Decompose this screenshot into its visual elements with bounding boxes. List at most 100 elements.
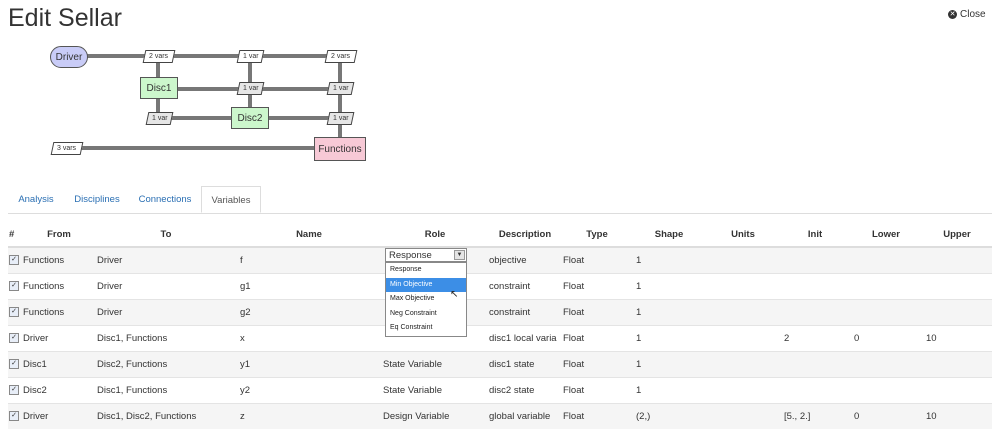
row-checkbox[interactable]: ✓	[9, 281, 19, 291]
row-checkbox[interactable]: ✓	[9, 359, 19, 369]
cell-role[interactable]: Design Variable	[382, 404, 488, 429]
tab-disciplines[interactable]: Disciplines	[68, 186, 126, 213]
cell-upper	[922, 300, 992, 326]
tab-analysis[interactable]: Analysis	[11, 186, 61, 213]
xdsm-node-functions[interactable]: Functions	[314, 137, 366, 161]
xdsm-node-disc1[interactable]: Disc1	[140, 77, 178, 99]
close-icon: ✕	[948, 10, 957, 19]
cell-description: constraint	[488, 274, 562, 300]
cell-units	[706, 404, 780, 429]
table-row[interactable]: ✓Driver Disc1, Disc2, Functions z Design…	[8, 404, 992, 429]
cell-units	[706, 378, 780, 404]
cell-units	[706, 352, 780, 378]
cell-from: Disc1	[23, 359, 47, 370]
xdsm-var-disc1-disc2[interactable]: 1 var	[237, 82, 265, 95]
col-header-to[interactable]: To	[96, 222, 236, 247]
cell-to: Disc2, Functions	[97, 359, 167, 370]
role-select-value: Response	[389, 250, 432, 261]
table-row[interactable]: ✓Functions Driver f objective Float 1	[8, 247, 992, 274]
xdsm-node-disc2[interactable]: Disc2	[231, 107, 269, 129]
cell-upper	[922, 247, 992, 274]
cell-description: disc1 local varia	[488, 326, 562, 352]
cell-upper	[922, 378, 992, 404]
col-header-index: #	[8, 222, 22, 247]
cell-to: Disc1, Functions	[97, 333, 167, 344]
cell-lower	[850, 274, 922, 300]
role-option-neg-constraint[interactable]: Neg Constraint	[386, 307, 466, 322]
table-row[interactable]: ✓ Disc1 Disc2, Functions y1 State Variabl…	[8, 352, 992, 378]
row-checkbox[interactable]: ✓	[9, 385, 19, 395]
table-row[interactable]: ✓Driver Disc1, Functions x disc1 local v…	[8, 326, 992, 352]
cell-init	[780, 352, 850, 378]
cell-description: constraint	[488, 300, 562, 326]
cell-from: Disc2	[23, 385, 47, 396]
col-header-role[interactable]: Role	[382, 222, 488, 247]
cell-shape: 1	[632, 352, 706, 378]
col-header-init[interactable]: Init	[780, 222, 850, 247]
col-header-lower[interactable]: Lower	[850, 222, 922, 247]
cell-name: y2	[240, 385, 250, 396]
role-option-response[interactable]: Response	[386, 263, 466, 278]
cell-from: Functions	[23, 255, 64, 266]
xdsm-var-driver-disc1[interactable]: 2 vars	[143, 50, 176, 63]
cell-init	[780, 300, 850, 326]
row-checkbox[interactable]: ✓	[9, 255, 19, 265]
table-row[interactable]: ✓ Disc2 Disc1, Functions y2 State Variabl…	[8, 378, 992, 404]
cell-to: Driver	[97, 255, 122, 266]
cell-shape: 1	[632, 274, 706, 300]
tab-connections[interactable]: Connections	[133, 186, 197, 213]
xdsm-var-disc1-functions[interactable]: 1 var	[327, 82, 355, 95]
cell-role[interactable]: State Variable	[382, 378, 488, 404]
col-header-units[interactable]: Units	[706, 222, 780, 247]
row-checkbox[interactable]: ✓	[9, 307, 19, 317]
cell-init	[780, 247, 850, 274]
role-select[interactable]: Response ▼	[385, 248, 467, 262]
cell-from: Functions	[23, 281, 64, 292]
cell-name: z	[240, 411, 245, 422]
cell-name: x	[240, 333, 245, 344]
col-header-description[interactable]: Description	[488, 222, 562, 247]
cell-units	[706, 274, 780, 300]
table-row[interactable]: ✓Functions Driver g1 constraint Float 1	[8, 274, 992, 300]
cell-shape: 1	[632, 300, 706, 326]
cell-units	[706, 247, 780, 274]
close-button[interactable]: ✕ Close	[948, 9, 986, 20]
cell-lower	[850, 247, 922, 274]
cell-to: Driver	[97, 307, 122, 318]
cell-name: y1	[240, 359, 250, 370]
cell-description: disc2 state	[488, 378, 562, 404]
xdsm-var-driver-disc2[interactable]: 1 var	[237, 50, 265, 63]
col-header-shape[interactable]: Shape	[632, 222, 706, 247]
cell-upper	[922, 352, 992, 378]
cell-to: Disc1, Functions	[97, 385, 167, 396]
cell-role[interactable]: State Variable	[382, 352, 488, 378]
xdsm-var-functions-driver[interactable]: 3 vars	[51, 142, 84, 155]
mouse-cursor-icon: ↖	[450, 289, 458, 300]
tab-variables[interactable]: Variables	[201, 186, 261, 213]
col-header-from[interactable]: From	[22, 222, 96, 247]
cell-description: disc1 state	[488, 352, 562, 378]
cell-type: Float	[562, 326, 632, 352]
cell-description: global variable	[488, 404, 562, 429]
role-option-eq-constraint[interactable]: Eq Constraint	[386, 321, 466, 336]
cell-lower	[850, 378, 922, 404]
cell-name: g1	[240, 281, 251, 292]
cell-shape: 1	[632, 247, 706, 274]
cell-type: Float	[562, 247, 632, 274]
cell-to: Disc1, Disc2, Functions	[97, 411, 196, 422]
xdsm-var-disc2-functions[interactable]: 1 var	[327, 112, 355, 125]
close-label: Close	[960, 9, 986, 20]
row-checkbox[interactable]: ✓	[9, 333, 19, 343]
col-header-name[interactable]: Name	[236, 222, 382, 247]
col-header-upper[interactable]: Upper	[922, 222, 992, 247]
cell-shape: (2,)	[632, 404, 706, 429]
xdsm-node-driver[interactable]: Driver	[50, 46, 88, 68]
chevron-down-icon[interactable]: ▼	[454, 250, 465, 260]
xdsm-var-driver-functions[interactable]: 2 vars	[325, 50, 358, 63]
table-row[interactable]: ✓Functions Driver g2 constraint Float 1	[8, 300, 992, 326]
cell-lower: 0	[850, 404, 922, 429]
col-header-type[interactable]: Type	[562, 222, 632, 247]
variables-table: # From To Name Role Description Type Sha…	[8, 222, 992, 429]
cell-init: [5., 2.]	[780, 404, 850, 429]
xdsm-var-disc2-disc1[interactable]: 1 var	[146, 112, 174, 125]
